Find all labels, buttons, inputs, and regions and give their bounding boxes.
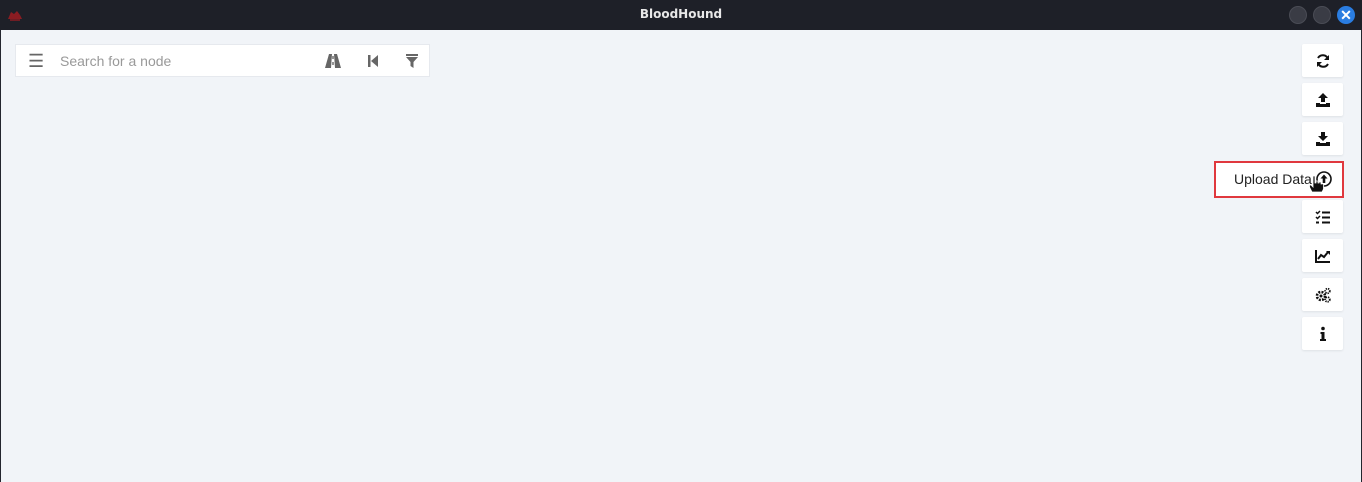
upload-data-label: Upload Data <box>1234 171 1312 187</box>
minimize-button[interactable] <box>1289 6 1307 24</box>
database-info-button[interactable] <box>1302 239 1343 272</box>
refresh-icon <box>1317 54 1329 68</box>
settings-button[interactable] <box>1302 278 1343 311</box>
filter-icon[interactable] <box>403 53 421 69</box>
menu-icon[interactable]: ☰ <box>28 51 44 71</box>
download-tray-icon <box>1316 132 1330 146</box>
search-input[interactable] <box>60 51 310 71</box>
graph-canvas[interactable]: ☰ Search for a node Upload Data <box>1 30 1361 482</box>
hand-pointer-cursor-icon <box>1309 175 1324 193</box>
window-title: BloodHound <box>639 7 723 21</box>
import-graph-button[interactable] <box>1302 122 1343 155</box>
maximize-button[interactable] <box>1313 6 1331 24</box>
gears-icon <box>1315 287 1331 303</box>
upload-tray-icon <box>1316 93 1330 107</box>
queries-button[interactable] <box>1302 200 1343 233</box>
search-bar: ☰ <box>15 44 430 77</box>
checklist-icon <box>1315 210 1330 224</box>
back-icon[interactable] <box>364 53 382 69</box>
refresh-button[interactable] <box>1302 44 1343 77</box>
export-graph-button[interactable] <box>1302 83 1343 116</box>
upload-data-button[interactable]: Upload Data <box>1214 161 1344 198</box>
close-icon: ✕ <box>1340 7 1352 23</box>
title-bar: BloodHound ✕ <box>0 0 1362 30</box>
about-button[interactable] <box>1302 317 1343 350</box>
line-chart-icon <box>1315 250 1330 263</box>
info-icon <box>1320 326 1326 341</box>
close-button[interactable]: ✕ <box>1337 6 1355 24</box>
pathfinding-road-icon[interactable] <box>324 53 342 69</box>
